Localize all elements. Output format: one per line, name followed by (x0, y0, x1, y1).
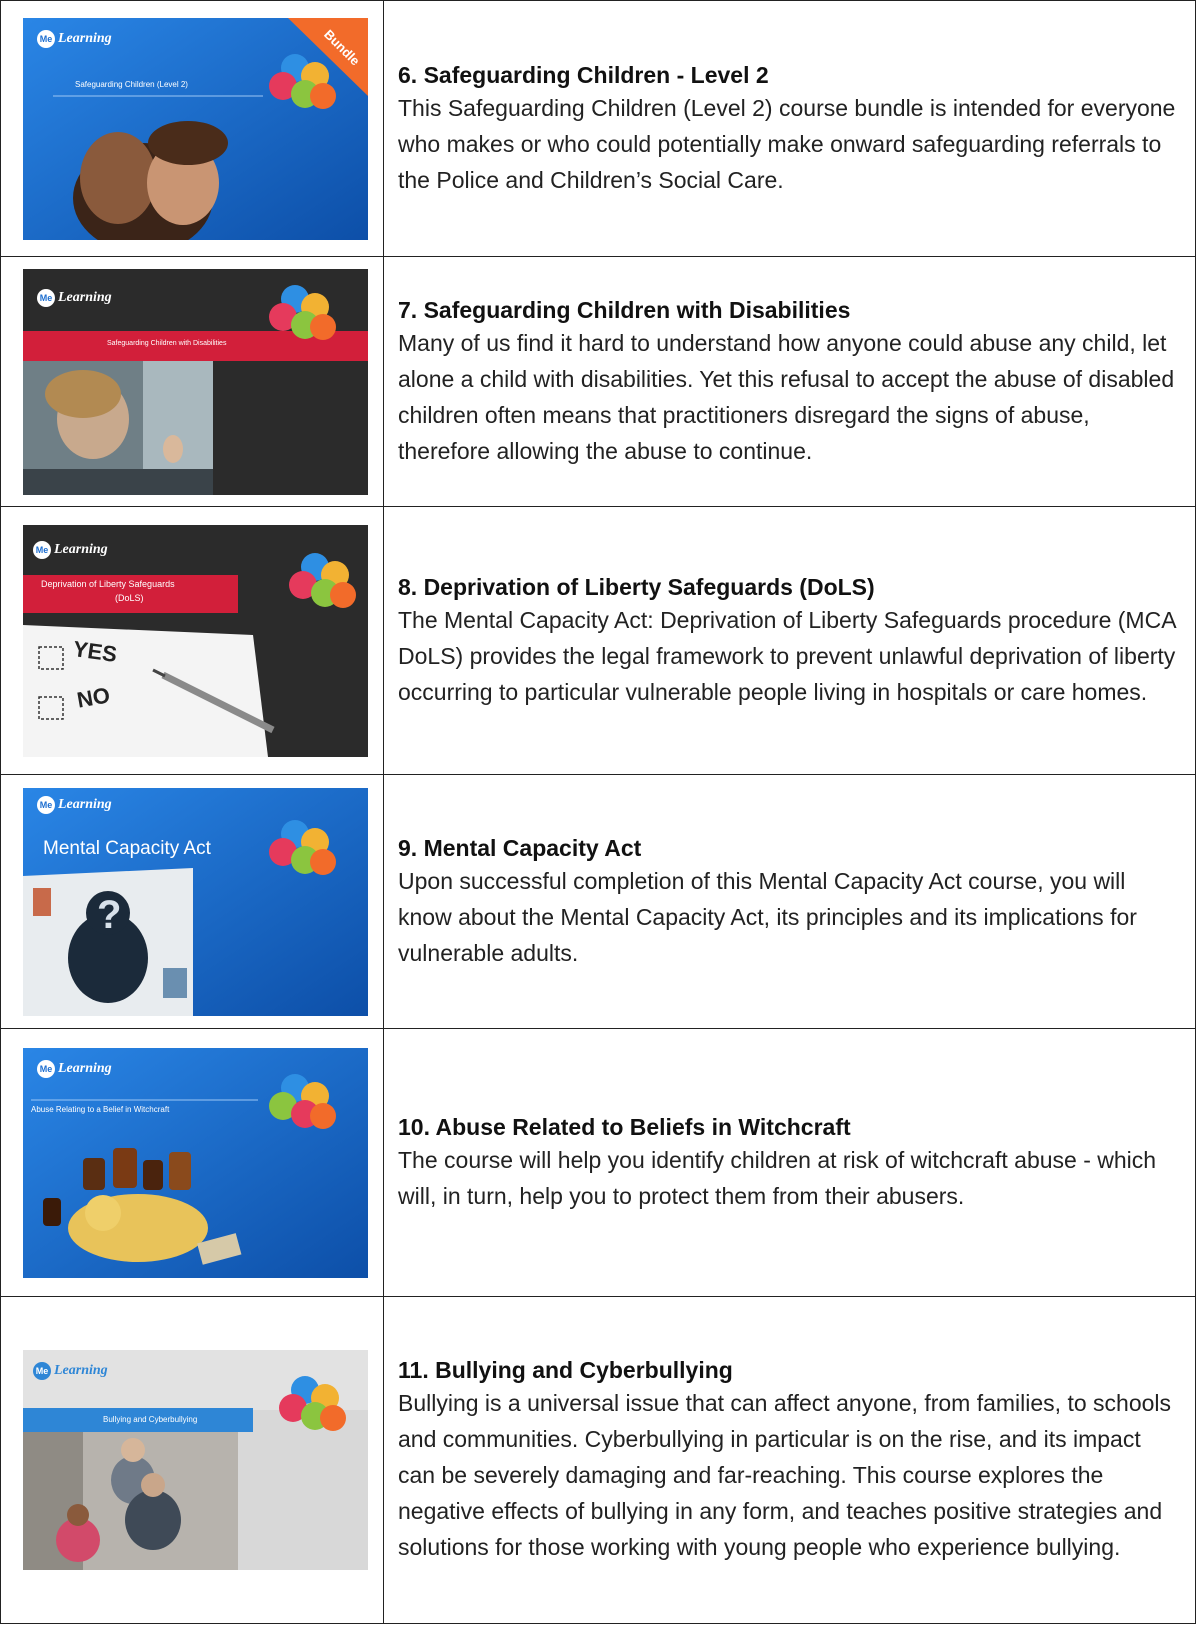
course-title[interactable]: 6. Safeguarding Children - Level 2 (398, 60, 1179, 90)
course-description: Bullying is a universal issue that can a… (398, 1390, 1172, 1560)
course-row: Me Learning Safeguarding Children with D… (0, 256, 1196, 507)
thumbnail-label: Deprivation of Liberty Safeguards (41, 578, 175, 589)
course-description: The Mental Capacity Act: Deprivation of … (398, 606, 1176, 705)
course-thumbnail[interactable]: Me Learning Safeguarding Children with D… (23, 268, 368, 495)
course-title[interactable]: 8. Deprivation of Liberty Safeguards (Do… (398, 572, 1179, 602)
brand-logo-mark: Me (37, 795, 55, 814)
brand-logo-mark: Me (37, 1059, 55, 1078)
course-info-cell: 8. Deprivation of Liberty Safeguards (Do… (383, 506, 1196, 775)
course-info-cell: 11. Bullying and Cyberbullying Bullying … (383, 1296, 1196, 1624)
svg-text:?: ? (97, 893, 121, 937)
brand-logo-text: Learning (58, 30, 112, 46)
thumbnail-no-label: NO (74, 681, 112, 713)
course-title[interactable]: 11. Bullying and Cyberbullying (398, 1355, 1179, 1385)
course-description: Many of us find it hard to understand ho… (398, 329, 1175, 464)
course-thumbnail-cell: Me Learning Safeguarding Children (Level… (0, 0, 384, 257)
course-thumbnail[interactable]: ? Me Learning Mental Capacity Act (23, 787, 368, 1016)
course-thumbnail-cell: Me Learning Deprivation of Liberty Safeg… (0, 506, 384, 775)
brand-logo-text: Learning (58, 289, 112, 305)
course-info-cell: 10. Abuse Related to Beliefs in Witchcra… (383, 1028, 1196, 1297)
brand-logo: Me Learning (33, 1362, 108, 1380)
thumbnail-label: Mental Capacity Act (43, 837, 211, 859)
course-thumbnail-cell: Me Learning Bullying and Cyberbullying (0, 1296, 384, 1624)
brand-logo-text: Learning (58, 796, 112, 812)
thumbnail-yes-label: YES (71, 635, 119, 667)
course-description: This Safeguarding Children (Level 2) cou… (398, 94, 1176, 193)
brand-logo-mark: Me (33, 540, 51, 559)
thumbnail-label: Safeguarding Children (Level 2) (75, 79, 188, 89)
brand-logo-text: Learning (54, 1363, 108, 1378)
course-title[interactable]: 7. Safeguarding Children with Disabiliti… (398, 295, 1179, 325)
course-thumbnail[interactable]: Me Learning Abuse Relating to a Belief i… (23, 1047, 368, 1278)
brand-logo: Me Learning (33, 540, 108, 559)
brand-logo: Me Learning (37, 1059, 112, 1078)
course-row: Me Learning Abuse Relating to a Belief i… (0, 1028, 1196, 1297)
brand-logo-text: Learning (54, 541, 108, 557)
course-thumbnail[interactable]: Me Learning Bullying and Cyberbullying (23, 1350, 368, 1570)
course-row: Me Learning Safeguarding Children (Level… (0, 0, 1196, 257)
course-row: ? Me Learning Mental Capacity Act 9. Men… (0, 774, 1196, 1029)
course-row: Me Learning Bullying and Cyberbullying 1… (0, 1296, 1196, 1624)
brand-logo: Me Learning (37, 288, 112, 307)
brand-logo: Me Learning (37, 29, 112, 48)
course-info-cell: 6. Safeguarding Children - Level 2 This … (383, 0, 1196, 257)
thumbnail-label: Bullying and Cyberbullying (103, 1415, 198, 1424)
course-thumbnail-cell: Me Learning Safeguarding Children with D… (0, 256, 384, 507)
brand-logo-text: Learning (58, 1060, 112, 1076)
course-thumbnail-cell: Me Learning Abuse Relating to a Belief i… (0, 1028, 384, 1297)
thumbnail-label: (DoLS) (115, 592, 144, 603)
brand-logo-mark: Me (37, 29, 55, 48)
brand-logo-mark: Me (33, 1362, 51, 1380)
course-title[interactable]: 9. Mental Capacity Act (398, 833, 1179, 863)
course-thumbnail-cell: ? Me Learning Mental Capacity Act (0, 774, 384, 1029)
thumbnail-label: Abuse Relating to a Belief in Witchcraft (31, 1104, 170, 1114)
course-thumbnail[interactable]: Me Learning Safeguarding Children (Level… (23, 17, 368, 240)
course-info-cell: 9. Mental Capacity Act Upon successful c… (383, 774, 1196, 1029)
course-description: Upon successful completion of this Menta… (398, 867, 1137, 966)
thumbnail-label: Safeguarding Children with Disabilities (107, 339, 227, 347)
brand-logo-mark: Me (37, 288, 55, 307)
brand-logo: Me Learning (37, 795, 112, 814)
course-table: Me Learning Safeguarding Children (Level… (0, 0, 1196, 1624)
course-row: Me Learning Deprivation of Liberty Safeg… (0, 506, 1196, 775)
course-thumbnail[interactable]: Me Learning Deprivation of Liberty Safeg… (23, 524, 368, 757)
course-info-cell: 7. Safeguarding Children with Disabiliti… (383, 256, 1196, 507)
course-description: The course will help you identify childr… (398, 1146, 1157, 1209)
course-title[interactable]: 10. Abuse Related to Beliefs in Witchcra… (398, 1112, 1179, 1142)
